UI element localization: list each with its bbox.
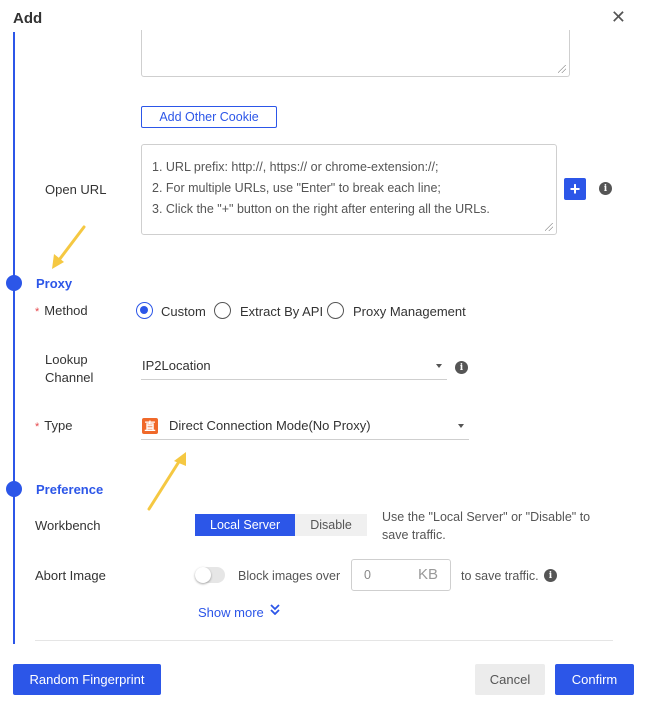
lookup-channel-value[interactable]: IP2Location <box>142 358 211 373</box>
lookup-channel-label: Lookup Channel <box>45 351 93 387</box>
confirm-button[interactable]: Confirm <box>555 664 634 695</box>
add-other-cookie-button[interactable]: Add Other Cookie <box>141 106 277 128</box>
random-fingerprint-button[interactable]: Random Fingerprint <box>13 664 161 695</box>
add-dialog: Add ✕ Add Other Cookie Open URL 1. URL p… <box>0 0 646 711</box>
type-label: * Type <box>35 418 72 433</box>
workbench-disable-option[interactable]: Disable <box>295 514 367 536</box>
lookup-label-line-1: Lookup <box>45 352 88 367</box>
plus-icon: + <box>569 179 581 199</box>
block-images-text: Block images over <box>238 569 341 583</box>
close-icon[interactable]: ✕ <box>611 8 626 26</box>
timeline-line <box>13 32 15 644</box>
cancel-button[interactable]: Cancel <box>475 664 545 695</box>
cookie-textarea[interactable] <box>141 30 570 77</box>
arrow-annotation-icon <box>52 225 86 269</box>
url-hint-line-3: 3. Click the "+" button on the right aft… <box>152 202 490 216</box>
workbench-hint: Use the "Local Server" or "Disable" to s… <box>382 508 590 544</box>
block-images-size-input[interactable]: 0 KB <box>351 559 451 591</box>
timeline-dot-proxy <box>6 275 22 291</box>
required-mark: * <box>35 306 40 318</box>
resize-handle-icon[interactable] <box>545 223 553 231</box>
abort-image-label: Abort Image <box>35 568 106 583</box>
type-value[interactable]: Direct Connection Mode(No Proxy) <box>169 418 371 433</box>
radio-extract-by-api[interactable] <box>214 302 231 319</box>
footer-divider <box>35 640 613 641</box>
dialog-title: Add <box>13 10 43 27</box>
kb-unit-label: KB <box>417 566 438 583</box>
caret-down-icon[interactable] <box>458 424 464 428</box>
radio-custom[interactable] <box>136 302 153 319</box>
radio-extract-by-api-label[interactable]: Extract By API <box>240 304 323 319</box>
workbench-hint-line-2: save traffic. <box>382 528 446 542</box>
workbench-label: Workbench <box>35 518 101 533</box>
radio-proxy-management-label[interactable]: Proxy Management <box>353 304 466 319</box>
info-icon[interactable]: i <box>455 361 468 374</box>
add-url-button[interactable]: + <box>564 178 586 200</box>
workbench-local-server-option[interactable]: Local Server <box>195 514 296 536</box>
open-url-label: Open URL <box>45 182 107 197</box>
url-hint-line-1: 1. URL prefix: http://, https:// or chro… <box>152 160 439 174</box>
open-url-placeholder: 1. URL prefix: http://, https:// or chro… <box>152 157 490 220</box>
radio-proxy-management[interactable] <box>327 302 344 319</box>
show-more-link[interactable]: Show more <box>198 605 264 620</box>
timeline-dot-preference <box>6 481 22 497</box>
method-label: * Method <box>35 303 88 318</box>
info-icon[interactable]: i <box>599 182 612 195</box>
info-icon[interactable]: i <box>544 569 557 582</box>
required-mark: * <box>35 421 40 433</box>
block-images-size-value: 0 <box>364 568 371 582</box>
direct-connection-icon: 直 <box>142 418 158 434</box>
resize-handle-icon[interactable] <box>558 65 566 73</box>
toggle-knob <box>195 567 211 583</box>
proxy-section-title: Proxy <box>36 276 73 291</box>
radio-custom-label[interactable]: Custom <box>161 304 206 319</box>
workbench-hint-line-1: Use the "Local Server" or "Disable" to <box>382 510 591 524</box>
url-hint-line-2: 2. For multiple URLs, use "Enter" to bre… <box>152 181 441 195</box>
type-label-text: Type <box>44 418 73 433</box>
preference-section-title: Preference <box>36 482 104 497</box>
caret-down-icon[interactable] <box>436 364 442 368</box>
method-label-text: Method <box>44 303 88 318</box>
arrow-annotation-icon <box>147 452 186 511</box>
save-traffic-text: to save traffic. <box>461 569 539 583</box>
abort-image-toggle[interactable] <box>195 567 225 583</box>
lookup-label-line-2: Channel <box>45 370 94 385</box>
double-chevron-down-icon[interactable] <box>270 604 280 616</box>
workbench-segmented-control: Local Server Disable <box>195 514 367 536</box>
